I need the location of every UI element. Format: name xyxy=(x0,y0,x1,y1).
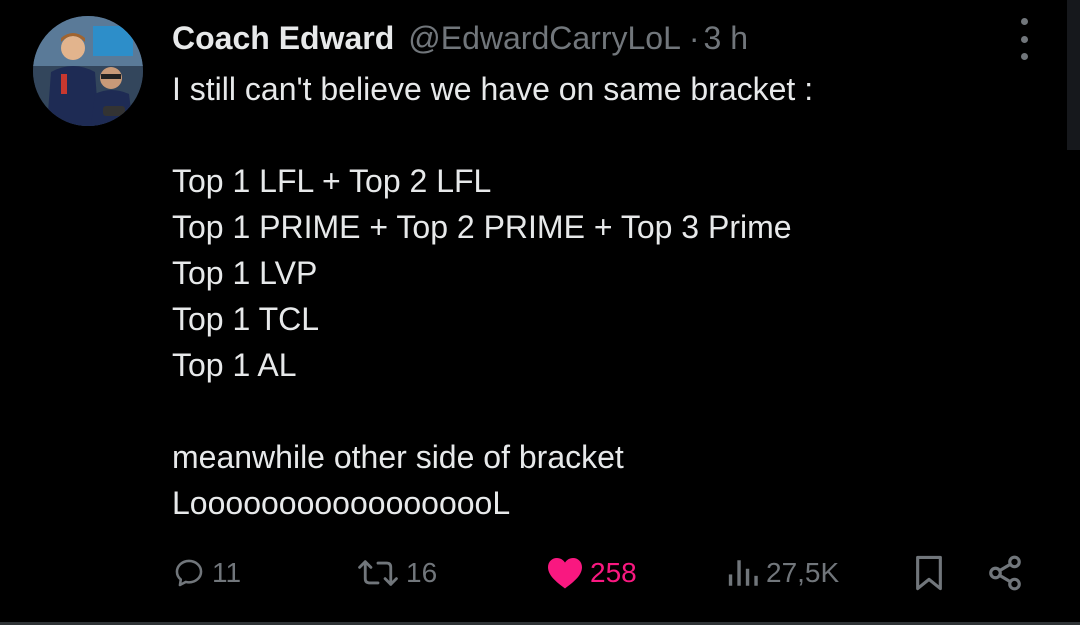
author-handle[interactable]: @EdwardCarryLoL xyxy=(408,16,681,60)
more-options-button[interactable] xyxy=(1011,18,1037,60)
tweet-line xyxy=(172,388,1032,434)
more-icon xyxy=(1020,18,1028,25)
more-icon-dot xyxy=(1020,35,1028,43)
tweet-line xyxy=(172,112,1032,158)
tweet-line: Top 1 TCL xyxy=(172,301,320,337)
share-button[interactable] xyxy=(986,548,1024,598)
reply-count: 11 xyxy=(212,557,242,588)
views-icon xyxy=(728,560,758,586)
more-icon-dot xyxy=(1020,53,1028,60)
bookmark-button[interactable] xyxy=(912,548,946,598)
avatar-image xyxy=(33,16,143,126)
views-button[interactable]: 27,5K xyxy=(726,548,839,598)
tweet-line: Top 1 PRIME + Top 2 PRIME + Top 3 Prime xyxy=(172,209,792,245)
timestamp[interactable]: 3 h xyxy=(704,16,748,60)
action-bar: 11 16 258 27,5K xyxy=(0,548,1080,598)
like-button[interactable]: 258 xyxy=(546,548,637,598)
tweet-line: LoooooooooooooooooL xyxy=(172,485,511,521)
retweet-icon xyxy=(358,560,398,586)
tweet-text: I still can't believe we have on same br… xyxy=(172,66,1032,526)
tweet-line: I still can't believe we have on same br… xyxy=(172,71,814,107)
tweet-header: Coach Edward @EdwardCarryLoL · 3 h xyxy=(172,16,748,60)
avatar[interactable] xyxy=(33,16,143,126)
heart-icon xyxy=(548,558,582,589)
tweet-line: Top 1 AL xyxy=(172,347,297,383)
reply-icon xyxy=(175,559,203,587)
views-count: 27,5K xyxy=(766,557,840,588)
tweet-line: meanwhile other side of bracket xyxy=(172,439,624,475)
bookmark-icon xyxy=(916,555,942,591)
reply-button[interactable]: 11 xyxy=(172,548,241,598)
scrollbar[interactable] xyxy=(1067,0,1080,150)
tweet-line: Top 1 LVP xyxy=(172,255,318,291)
like-count: 258 xyxy=(590,557,637,588)
separator-dot: · xyxy=(688,20,700,56)
tweet-line: Top 1 LFL + Top 2 LFL xyxy=(172,163,492,199)
retweet-count: 16 xyxy=(406,557,438,588)
share-icon xyxy=(989,555,1021,591)
retweet-button[interactable]: 16 xyxy=(356,548,437,598)
author-name[interactable]: Coach Edward xyxy=(172,16,394,60)
